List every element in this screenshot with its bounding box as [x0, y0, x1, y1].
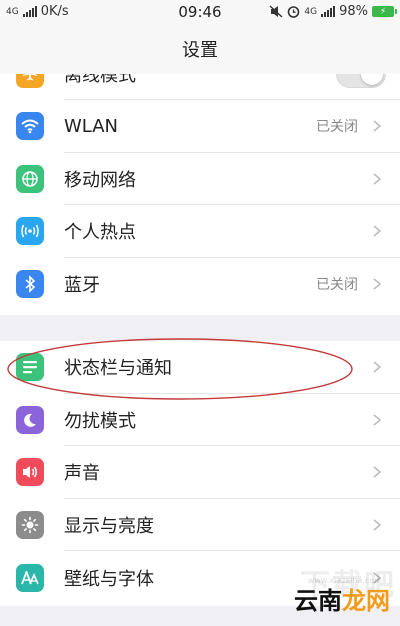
- status-bar: 4G 0K/s 09:46 4G 98% ⚡: [0, 0, 400, 24]
- settings-group-network: 离线模式 WLAN 已关闭 移动网络 个人热点 蓝牙 已关闭: [0, 74, 400, 315]
- bluetooth-icon: [16, 270, 44, 299]
- wlan-status: 已关闭: [316, 119, 358, 136]
- settings-label: 蓝牙: [64, 275, 100, 297]
- settings-label: 显示与亮度: [64, 516, 154, 538]
- chevron-right-icon: [373, 225, 382, 238]
- settings-label: 勿扰模式: [64, 410, 136, 432]
- chevron-right-icon: [373, 519, 382, 531]
- settings-row-wallpaper-fonts[interactable]: 壁纸与字体: [0, 551, 400, 604]
- settings-row-sound[interactable]: 声音: [0, 446, 400, 499]
- speaker-icon: [16, 458, 44, 487]
- mute-icon: [269, 5, 283, 18]
- settings-row-do-not-disturb[interactable]: 勿扰模式: [0, 394, 400, 447]
- settings-row-airplane[interactable]: 离线模式: [0, 74, 400, 100]
- highlight-ellipse: [7, 338, 353, 400]
- hotspot-icon: [16, 217, 44, 246]
- moon-icon: [16, 405, 44, 434]
- settings-row-hotspot[interactable]: 个人热点: [0, 205, 400, 258]
- nav-bar: 设置: [0, 24, 400, 74]
- network-type-right: 4G: [304, 6, 318, 17]
- brightness-icon: [16, 511, 44, 540]
- chevron-right-icon: [373, 466, 382, 479]
- chevron-right-icon: [373, 361, 382, 373]
- alarm-icon: [288, 6, 300, 18]
- settings-label: 壁纸与字体: [64, 568, 154, 590]
- settings-label: WLAN: [64, 115, 119, 137]
- globe-icon: [16, 164, 44, 193]
- signal-icon-2: [321, 6, 336, 17]
- battery-icon: ⚡: [372, 6, 397, 17]
- settings-label: 移动网络: [64, 169, 136, 191]
- chevron-right-icon: [373, 120, 382, 132]
- settings-label: 声音: [64, 463, 100, 485]
- status-right: 4G 98% ⚡: [269, 4, 397, 19]
- settings-label: 离线模式: [64, 74, 136, 86]
- chevron-right-icon: [373, 173, 382, 185]
- wifi-icon: [16, 112, 44, 141]
- font-icon: [16, 563, 44, 592]
- airplane-icon: [16, 74, 44, 88]
- airplane-toggle[interactable]: [336, 74, 386, 88]
- chevron-right-icon: [373, 278, 382, 290]
- chevron-right-icon: [373, 572, 382, 584]
- settings-label: 个人热点: [64, 222, 136, 244]
- settings-row-bluetooth[interactable]: 蓝牙 已关闭: [0, 258, 400, 311]
- settings-row-wlan[interactable]: WLAN 已关闭: [0, 100, 400, 153]
- settings-row-mobile-network[interactable]: 移动网络: [0, 153, 400, 206]
- battery-percent: 98%: [339, 4, 368, 19]
- settings-row-display-brightness[interactable]: 显示与亮度: [0, 499, 400, 552]
- bluetooth-status: 已关闭: [316, 277, 358, 294]
- chevron-right-icon: [373, 414, 382, 426]
- page-title: 设置: [182, 40, 218, 61]
